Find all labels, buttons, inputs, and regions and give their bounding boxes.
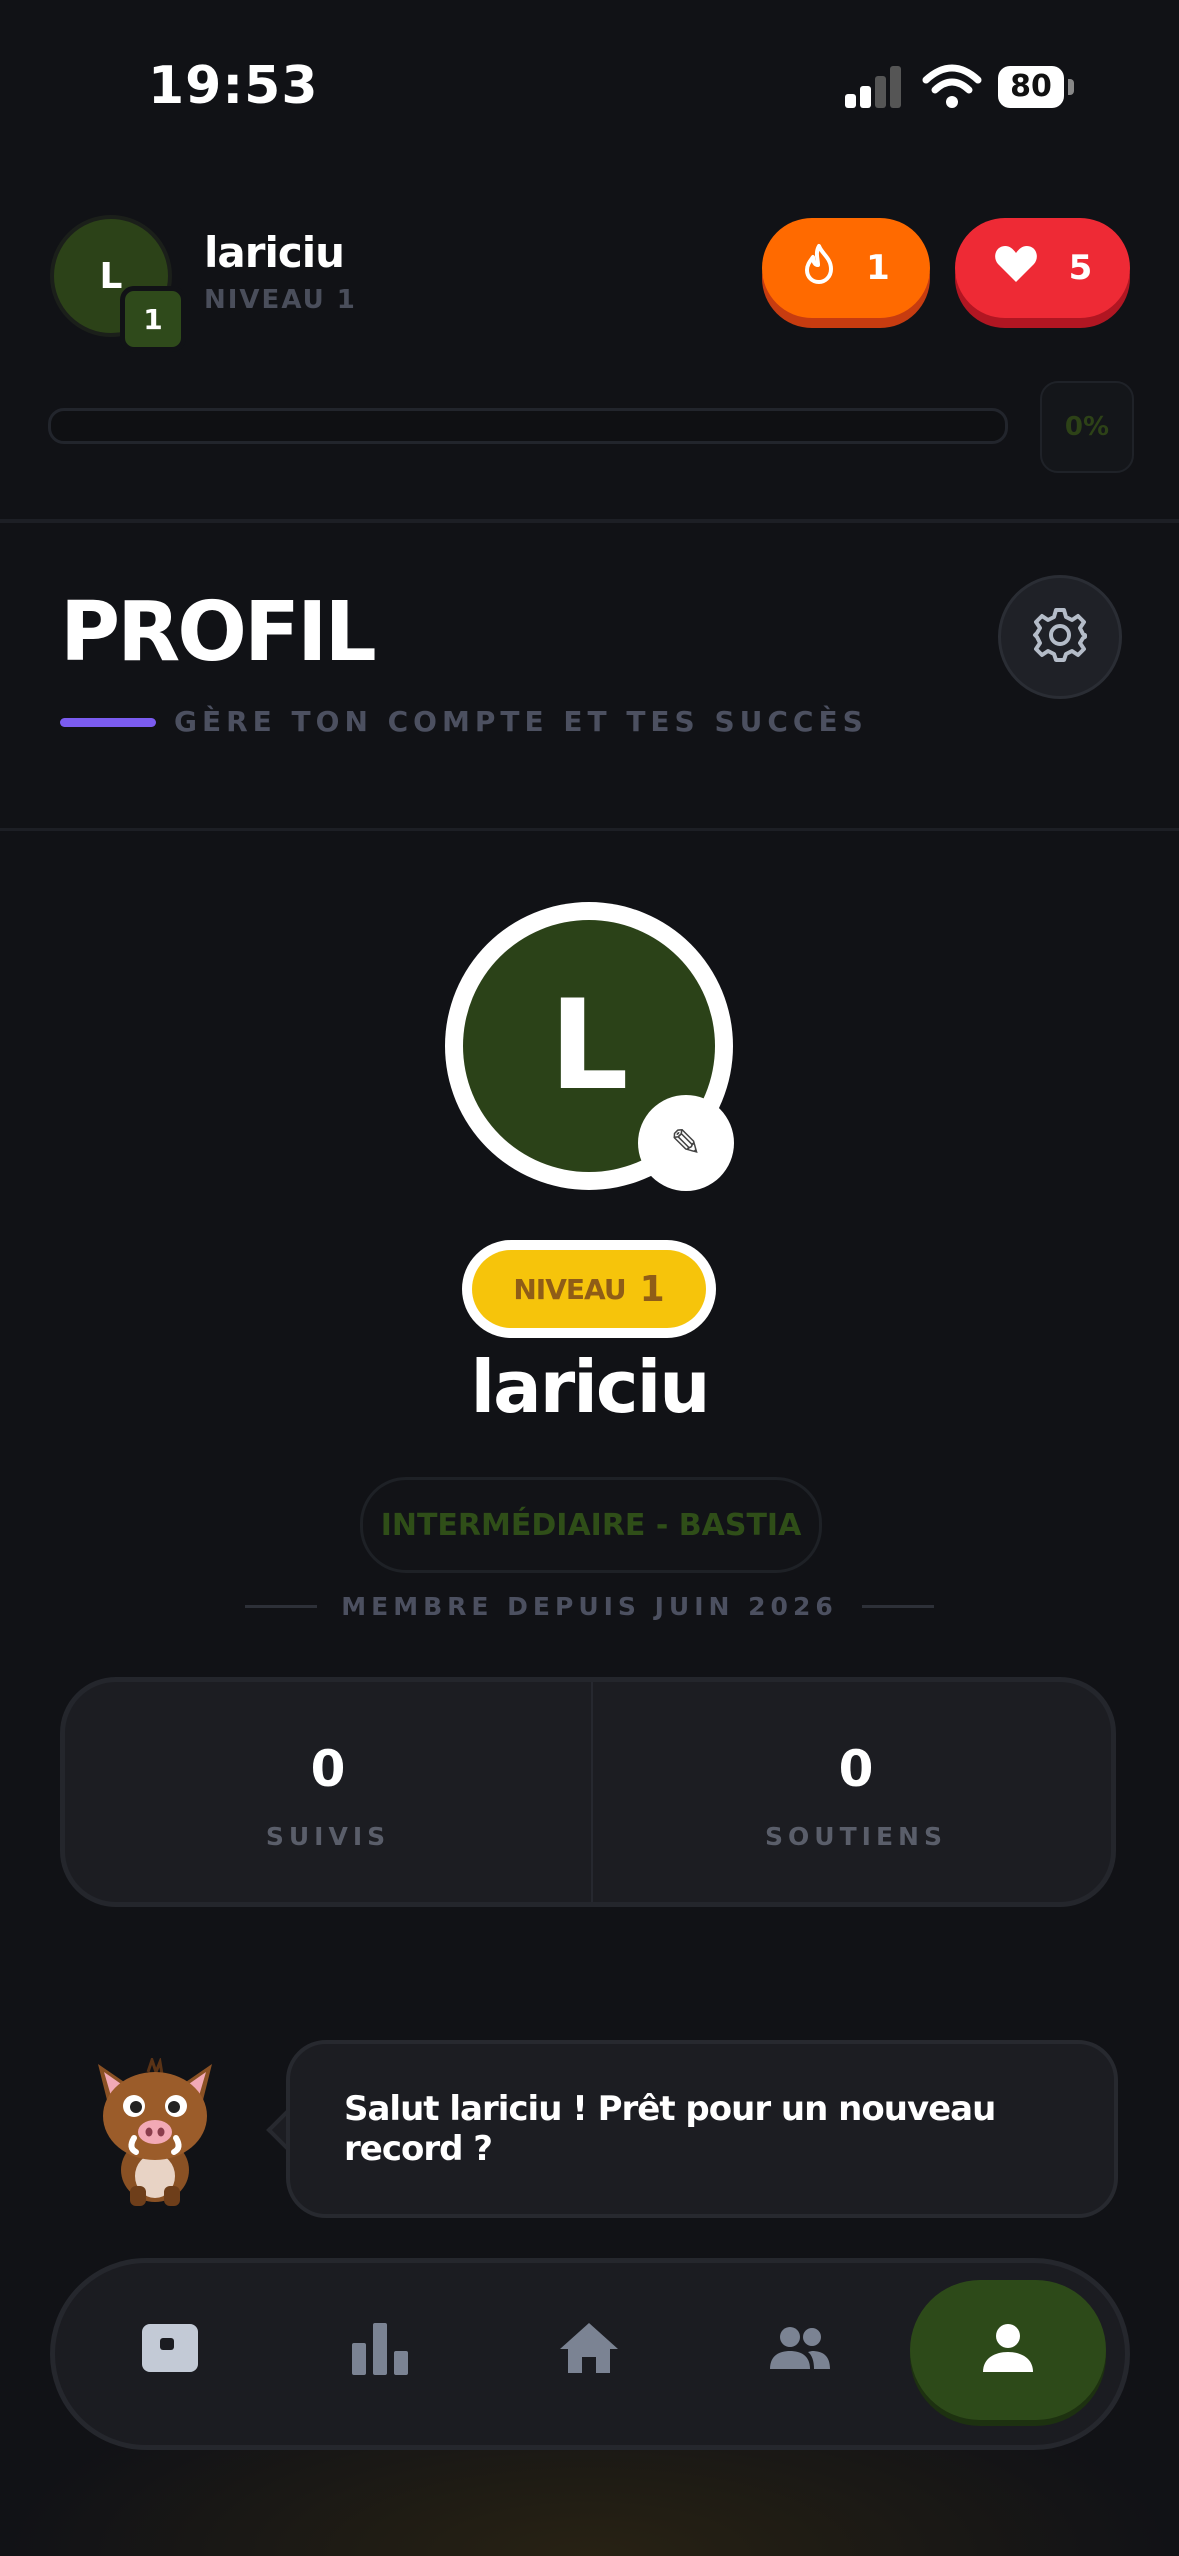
- level-progress-bar: [48, 408, 1008, 444]
- header-username: lariciu: [204, 228, 345, 277]
- level-badge: NIVEAU 1: [462, 1240, 716, 1338]
- nav-cards[interactable]: [110, 2290, 230, 2410]
- mascot-message: Salut lariciu ! Prêt pour un nouveau rec…: [344, 2089, 996, 2169]
- heart-icon: [993, 244, 1039, 293]
- stat-supporters[interactable]: 0 SOUTIENS: [593, 1682, 1119, 1902]
- nav-home[interactable]: [529, 2290, 649, 2410]
- home-icon: [558, 2321, 620, 2379]
- wifi-icon: [922, 62, 982, 110]
- community-icon: [766, 2325, 832, 2375]
- header-level-badge: 1: [120, 286, 186, 352]
- settings-button[interactable]: [998, 575, 1122, 699]
- page-subtitle: GÈRE TON COMPTE ET TES SUCCÈS: [174, 705, 868, 738]
- member-since: MEMBRE DEPUIS JUIN 2026: [0, 1592, 1179, 1621]
- pencil-icon: ✎: [670, 1121, 702, 1165]
- lives-button[interactable]: 5: [955, 218, 1130, 318]
- streak-button[interactable]: 1: [762, 218, 930, 318]
- status-time: 19:53: [148, 56, 319, 116]
- edit-avatar-button[interactable]: ✎: [638, 1095, 734, 1191]
- title-divider: [0, 828, 1179, 831]
- stat-label: SOUTIENS: [765, 1822, 947, 1851]
- cards-icon: [140, 2322, 200, 2378]
- header-divider: [0, 519, 1179, 523]
- flame-icon: [802, 243, 836, 294]
- profile-icon: [979, 2322, 1037, 2378]
- title-accent-line: [60, 718, 156, 727]
- cellular-signal-icon: [845, 66, 903, 108]
- gear-icon: [1031, 606, 1089, 668]
- level-progress-percent: 0%: [1040, 381, 1134, 473]
- nav-profile[interactable]: [910, 2280, 1106, 2420]
- mascot-speech-bubble: Salut lariciu ! Prêt pour un nouveau rec…: [286, 2040, 1118, 2218]
- stat-value: 0: [838, 1740, 874, 1798]
- level-badge-number: 1: [639, 1268, 665, 1310]
- header-level-label: NIVEAU 1: [204, 285, 357, 315]
- member-since-text: MEMBRE DEPUIS JUIN 2026: [341, 1592, 838, 1621]
- nav-leaderboard[interactable]: [320, 2290, 440, 2410]
- skill-region-tag: INTERMÉDIAIRE - BASTIA: [360, 1477, 822, 1573]
- streak-count: 1: [866, 248, 890, 288]
- boar-mascot-icon: [90, 2055, 220, 2208]
- stat-label: SUIVIS: [265, 1822, 391, 1851]
- battery-icon: 80: [998, 66, 1078, 108]
- lives-count: 5: [1068, 248, 1093, 288]
- nav-community[interactable]: [739, 2290, 859, 2410]
- leaderboard-icon: [350, 2321, 410, 2379]
- level-badge-label: NIVEAU: [513, 1272, 626, 1306]
- stat-value: 0: [310, 1740, 346, 1798]
- profile-name: lariciu: [470, 1345, 710, 1429]
- battery-level: 80: [998, 66, 1064, 108]
- stats-card: 0 SUIVIS 0 SOUTIENS: [60, 1677, 1116, 1907]
- page-title: PROFIL: [60, 585, 377, 680]
- stat-followers[interactable]: 0 SUIVIS: [65, 1682, 591, 1902]
